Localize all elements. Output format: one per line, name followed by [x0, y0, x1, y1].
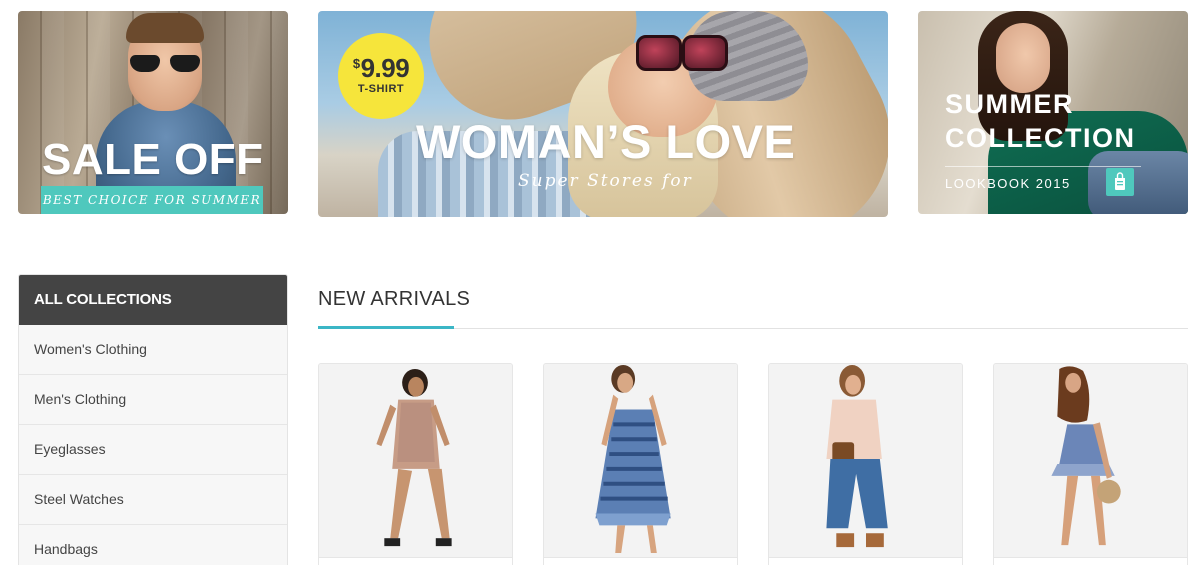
shopping-bag-icon: [1106, 168, 1134, 196]
sidebar-item-mens-clothing[interactable]: Men's Clothing: [19, 375, 287, 425]
page: SALE OFF BEST CHOICE FOR SUMMER $9.99 T-…: [0, 0, 1198, 565]
sunglasses-graphic: [130, 55, 200, 73]
woman-face-photo: [996, 23, 1050, 93]
product-info: [319, 557, 512, 565]
product-card[interactable]: [993, 363, 1188, 565]
summer-collection-title: SUMMER COLLECTION: [945, 87, 1136, 155]
sale-off-strip: BEST CHOICE FOR SUMMER: [41, 186, 263, 214]
summer-collection-banner[interactable]: SUMMER COLLECTION LOOKBOOK 2015: [918, 11, 1188, 214]
new-arrivals-title: NEW ARRIVALS: [318, 288, 471, 310]
blue-print-dress-photo: [544, 364, 737, 557]
product-info: [994, 557, 1187, 565]
sidebar-item-womens-clothing[interactable]: Women's Clothing: [19, 325, 287, 375]
summer-title-line2: COLLECTION: [945, 123, 1136, 153]
price-badge: $9.99 T-SHIRT: [338, 33, 424, 119]
red-sunglasses-graphic: [636, 35, 728, 71]
price-value: 9.99: [360, 53, 410, 83]
floral-romper-photo: [319, 364, 512, 557]
product-info: [769, 557, 962, 565]
denim-culottes-jacket-photo: [769, 364, 962, 557]
sidebar-item-steel-watches[interactable]: Steel Watches: [19, 475, 287, 525]
product-card[interactable]: [768, 363, 963, 565]
section-accent-underline: [318, 326, 454, 329]
sale-off-banner[interactable]: SALE OFF BEST CHOICE FOR SUMMER: [18, 11, 288, 214]
price-currency: $: [352, 56, 360, 71]
jeans-photo: [1088, 151, 1188, 214]
product-card[interactable]: [543, 363, 738, 565]
summer-title-line1: SUMMER: [945, 89, 1074, 119]
collections-sidebar: ALL COLLECTIONS Women's Clothing Men's C…: [18, 274, 288, 565]
sale-off-title: SALE OFF: [42, 135, 264, 184]
sidebar-header: ALL COLLECTIONS: [19, 275, 287, 325]
lookbook-label: LOOKBOOK 2015: [945, 176, 1071, 191]
man-hair-photo: [126, 13, 204, 43]
womans-love-subtitle: Super Stores for: [518, 171, 693, 191]
summer-divider: [945, 166, 1141, 167]
price-amount: $9.99: [338, 53, 424, 84]
ruffle-sundress-photo: [994, 364, 1187, 557]
sidebar-item-eyeglasses[interactable]: Eyeglasses: [19, 425, 287, 475]
product-info: [544, 557, 737, 565]
product-card[interactable]: [318, 363, 513, 565]
womans-love-title: WOMAN’S LOVE: [416, 115, 796, 168]
womans-love-banner[interactable]: $9.99 T-SHIRT WOMAN’S LOVE Super Stores …: [318, 11, 888, 217]
price-label: T-SHIRT: [357, 83, 405, 95]
sidebar-item-handbags[interactable]: Handbags: [19, 525, 287, 565]
